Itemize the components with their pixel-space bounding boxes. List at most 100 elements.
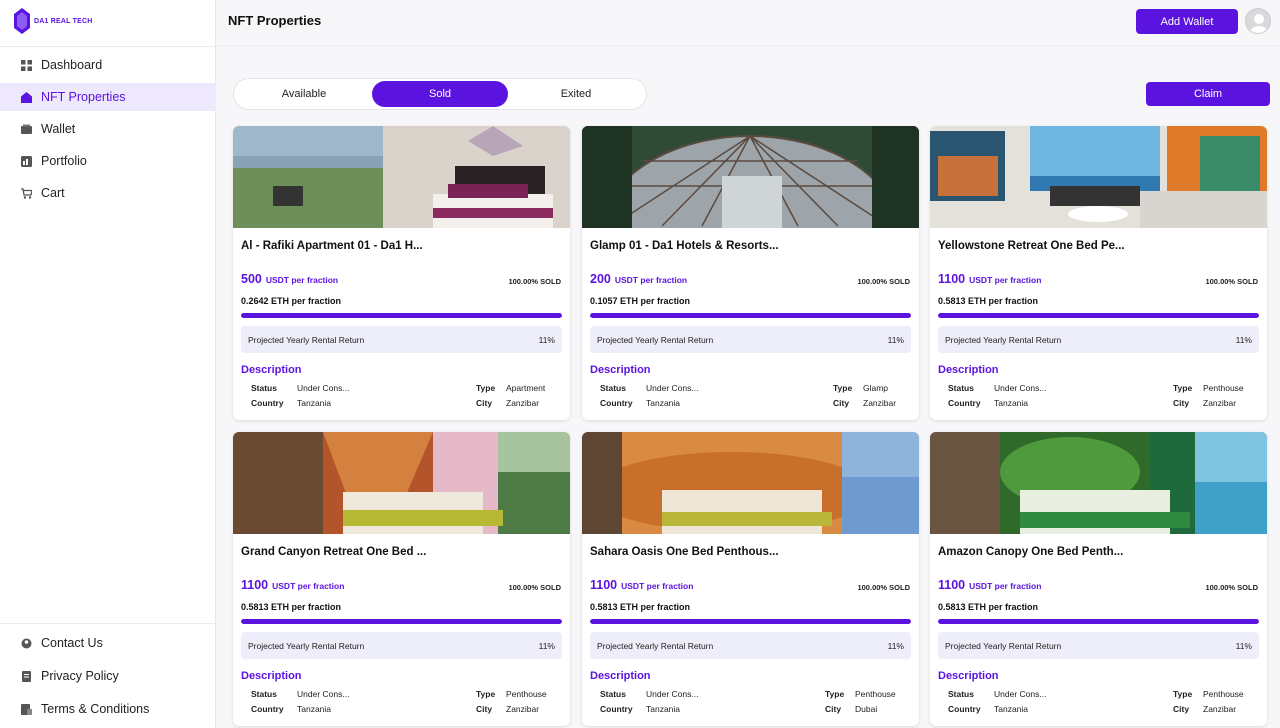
claim-button[interactable]: Claim (1146, 82, 1270, 106)
sidebar-item-portfolio[interactable]: Portfolio (0, 147, 216, 175)
country-row: Country Tanzania (948, 704, 1028, 714)
property-photo (233, 126, 570, 228)
rental-return: Projected Yearly Rental Return 11% (938, 326, 1259, 353)
property-card[interactable]: Amazon Canopy One Bed Penth... 1100 USDT… (930, 432, 1267, 726)
sidebar-item-nft-properties[interactable]: NFT Properties (0, 83, 216, 111)
eth-price: 0.5813 ETH per fraction (938, 296, 1038, 306)
property-card[interactable]: Grand Canyon Retreat One Bed ... 1100 US… (233, 432, 570, 726)
property-card[interactable]: Sahara Oasis One Bed Penthous... 1100 US… (582, 432, 919, 726)
country-value: Tanzania (994, 704, 1029, 714)
sidebar-item-contact-us[interactable]: Contact Us (0, 628, 216, 658)
description-heading: Description (590, 670, 651, 682)
price: 200 USDT per fraction (590, 272, 687, 286)
property-title[interactable]: Sahara Oasis One Bed Penthous... (590, 546, 779, 558)
sold-progress-bar (590, 313, 911, 318)
type-value: Penthouse (1203, 689, 1244, 699)
type-value: Glamp (863, 383, 889, 393)
property-photo (233, 432, 570, 534)
sold-percentage: 100.00% SOLD (1205, 583, 1258, 592)
tab-available[interactable]: Available (236, 81, 372, 107)
status-row: Status Under Cons... (948, 383, 1046, 393)
wallet-icon (21, 124, 32, 134)
sidebar-item-label: Privacy Policy (41, 669, 119, 683)
price: 1100 USDT per fraction (241, 578, 344, 592)
property-title[interactable]: Yellowstone Retreat One Bed Pe... (938, 240, 1125, 252)
city-row: City Zanzibar (476, 398, 539, 408)
description-heading: Description (938, 670, 999, 682)
status-value: Under Cons... (646, 689, 699, 699)
description-heading: Description (590, 364, 651, 376)
country-row: Country Tanzania (251, 398, 331, 408)
sidebar-nav: Dashboard NFT Properties Wallet Portfoli… (0, 51, 216, 211)
property-title[interactable]: Grand Canyon Retreat One Bed ... (241, 546, 426, 558)
rental-return-label: Projected Yearly Rental Return (945, 334, 1062, 345)
price-unit: USDT per fraction (614, 275, 688, 285)
property-card[interactable]: Yellowstone Retreat One Bed Pe... 1100 U… (930, 126, 1267, 420)
rental-return: Projected Yearly Rental Return 11% (241, 326, 562, 353)
city-label: City (825, 704, 842, 714)
type-label: Type (833, 383, 853, 393)
property-card[interactable]: Glamp 01 - Da1 Hotels & Resorts... 200 U… (582, 126, 919, 420)
country-value: Tanzania (297, 398, 332, 408)
type-row: Type Penthouse (825, 689, 896, 699)
sidebar-item-privacy-policy[interactable]: Privacy Policy (0, 661, 216, 691)
sold-percentage: 100.00% SOLD (508, 583, 561, 592)
country-label: Country (251, 398, 284, 408)
portfolio-icon (21, 155, 32, 167)
add-wallet-button[interactable]: Add Wallet (1136, 9, 1238, 34)
eth-value: 0.5813 (241, 602, 269, 612)
divider (0, 46, 216, 47)
city-label: City (476, 398, 493, 408)
status-label: Status (600, 383, 626, 393)
rental-return-label: Projected Yearly Rental Return (945, 640, 1062, 651)
eth-value: 0.5813 (590, 602, 618, 612)
status-value: Under Cons... (994, 689, 1047, 699)
home-icon (21, 91, 32, 103)
sold-progress-fill (241, 619, 562, 624)
tab-sold[interactable]: Sold (372, 81, 508, 107)
price-value: 1100 (241, 578, 269, 592)
city-value: Dubai (855, 704, 878, 714)
eth-unit: ETH per fraction (968, 296, 1039, 306)
status-tabs: Available Sold Exited (233, 78, 647, 110)
property-image[interactable] (233, 432, 570, 534)
city-row: City Zanzibar (833, 398, 896, 408)
property-image[interactable] (582, 432, 919, 534)
property-image[interactable] (930, 126, 1267, 228)
type-row: Type Apartment (476, 383, 545, 393)
status-row: Status Under Cons... (251, 689, 349, 699)
rental-return-value: 11% (538, 334, 555, 345)
sold-percentage: 100.00% SOLD (857, 583, 910, 592)
property-image[interactable] (930, 432, 1267, 534)
property-title[interactable]: Amazon Canopy One Bed Penth... (938, 546, 1123, 558)
type-row: Type Glamp (833, 383, 888, 393)
status-value: Under Cons... (297, 383, 350, 393)
type-label: Type (476, 383, 496, 393)
rental-return-value: 11% (538, 640, 555, 651)
brand-logo[interactable]: DA1 REAL TECH (14, 8, 92, 34)
property-image[interactable] (233, 126, 570, 228)
property-title[interactable]: Al - Rafiki Apartment 01 - Da1 H... (241, 240, 423, 252)
type-row: Type Penthouse (1173, 689, 1244, 699)
property-title[interactable]: Glamp 01 - Da1 Hotels & Resorts... (590, 240, 779, 252)
sidebar-item-cart[interactable]: Cart (0, 179, 216, 207)
city-row: City Zanzibar (476, 704, 539, 714)
description-heading: Description (241, 364, 302, 376)
type-label: Type (1173, 689, 1193, 699)
logo-icon (14, 8, 30, 34)
avatar[interactable] (1245, 8, 1271, 34)
property-card[interactable]: Al - Rafiki Apartment 01 - Da1 H... 500 … (233, 126, 570, 420)
sidebar-item-label: Terms & Conditions (41, 702, 150, 716)
price-unit: USDT per fraction (621, 581, 694, 591)
status-label: Status (251, 383, 277, 393)
sidebar-item-dashboard[interactable]: Dashboard (0, 51, 216, 79)
tab-exited[interactable]: Exited (508, 81, 644, 107)
sidebar-item-terms-conditions[interactable]: Terms & Conditions (0, 694, 216, 724)
sidebar-item-wallet[interactable]: Wallet (0, 115, 216, 143)
property-image[interactable] (582, 126, 919, 228)
rental-return-value: 11% (887, 640, 904, 651)
city-value: Zanzibar (506, 398, 540, 408)
status-label: Status (600, 689, 626, 699)
country-value: Tanzania (646, 398, 681, 408)
eth-unit: ETH per fraction (271, 602, 342, 612)
